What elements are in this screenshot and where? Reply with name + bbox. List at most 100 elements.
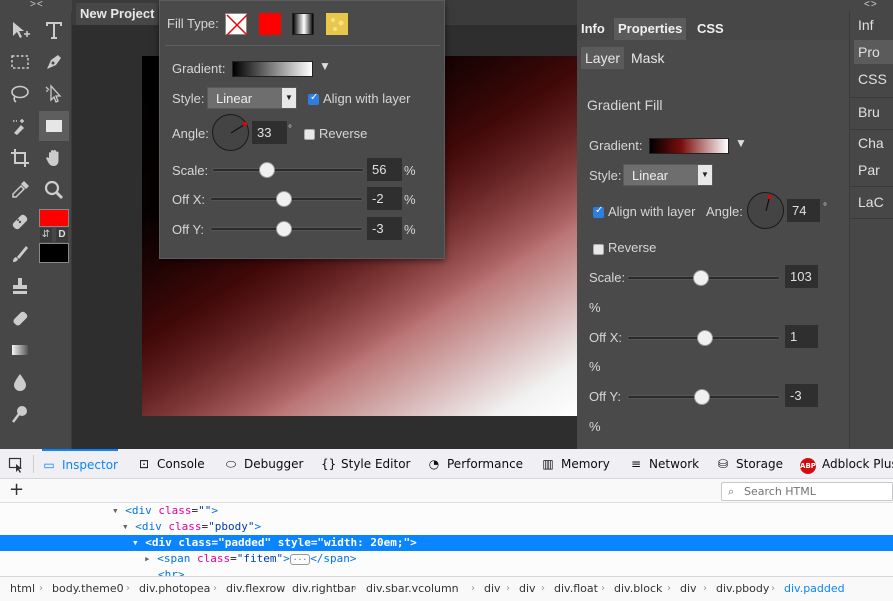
breadcrumb-item[interactable]: div: [680, 577, 697, 601]
fill-none-icon[interactable]: [225, 13, 248, 36]
tab-storage[interactable]: ⛁ Storage: [716, 449, 783, 479]
scale-slider-knob[interactable]: [259, 162, 275, 178]
shape-tool-icon[interactable]: [39, 111, 69, 141]
collapsed-panel-paragraph[interactable]: Par: [854, 158, 893, 182]
tab-inspector[interactable]: ▭ Inspector: [42, 449, 118, 479]
collapsed-panel-info[interactable]: Inf: [854, 13, 893, 37]
gradient-preview[interactable]: [232, 61, 313, 77]
background-color-swatch[interactable]: [39, 243, 69, 263]
default-colors-button[interactable]: D: [56, 228, 68, 242]
tab-properties[interactable]: Properties: [614, 18, 687, 40]
blur-tool-icon[interactable]: [5, 367, 35, 397]
tab-debugger[interactable]: ⬭ Debugger: [224, 449, 304, 479]
element-picker-icon[interactable]: [8, 449, 24, 479]
props-scale-slider-knob[interactable]: [693, 270, 709, 286]
breadcrumb-item[interactable]: div.photopea: [139, 577, 210, 601]
pen-tool-icon[interactable]: [39, 47, 69, 77]
props-angle-input[interactable]: 74: [787, 199, 820, 222]
zoom-tool-icon[interactable]: [39, 175, 69, 205]
off-y-slider[interactable]: [210, 221, 363, 237]
brush-tool-icon[interactable]: [5, 239, 35, 269]
hand-tool-icon[interactable]: [39, 143, 69, 173]
angle-input[interactable]: 33: [252, 121, 287, 144]
breadcrumb-item[interactable]: div.padded: [784, 577, 845, 601]
angle-dial[interactable]: [212, 114, 249, 151]
off-y-input[interactable]: -3: [367, 217, 402, 240]
scale-slider[interactable]: [212, 162, 364, 178]
align-with-layer-checkbox[interactable]: [308, 92, 319, 105]
off-x-slider-knob[interactable]: [276, 191, 292, 207]
tab-memory[interactable]: ▥ Memory: [541, 449, 609, 479]
props-off-y-input[interactable]: -3: [785, 384, 818, 407]
foreground-color-swatch[interactable]: [39, 209, 69, 227]
props-gradient-preview[interactable]: [649, 138, 729, 154]
breadcrumb-item[interactable]: html: [10, 577, 35, 601]
props-align-with-layer-checkbox[interactable]: [593, 205, 604, 218]
props-scale-input[interactable]: 103: [785, 265, 818, 288]
props-off-y-slider[interactable]: [627, 389, 780, 405]
collapsed-panel-css[interactable]: CSS: [854, 67, 893, 91]
props-gradient-dropdown-arrow-icon[interactable]: ▼: [735, 136, 747, 150]
reverse-checkbox[interactable]: [304, 129, 315, 140]
eyedropper-tool-icon[interactable]: [5, 175, 35, 205]
fill-gradient-icon[interactable]: [292, 13, 314, 35]
healing-tool-icon[interactable]: [5, 207, 35, 237]
dodge-tool-icon[interactable]: [5, 399, 35, 429]
breadcrumb-item[interactable]: div: [484, 577, 501, 601]
marquee-tool-icon[interactable]: [5, 47, 35, 77]
type-tool-icon[interactable]: [39, 15, 69, 45]
breadcrumb-item[interactable]: div.sbar.vcolumn: [366, 577, 459, 601]
collapsed-panel-brush[interactable]: Bru: [854, 100, 893, 124]
direct-select-tool-icon[interactable]: [39, 79, 69, 109]
tab-console[interactable]: ⊡ Console: [137, 449, 205, 479]
ellipsis-badge[interactable]: ···: [289, 554, 311, 565]
search-html-input[interactable]: ⌕ Search HTML: [721, 482, 893, 501]
fill-color-icon[interactable]: [259, 13, 281, 35]
off-x-input[interactable]: -2: [367, 187, 402, 210]
props-style-select[interactable]: Linear ▼: [623, 164, 713, 186]
props-angle-dial[interactable]: [747, 192, 784, 229]
off-x-slider[interactable]: [210, 191, 363, 207]
scale-input[interactable]: 56: [367, 158, 402, 181]
fill-pattern-icon[interactable]: [326, 13, 348, 35]
props-off-x-slider-knob[interactable]: [697, 330, 713, 346]
props-off-x-input[interactable]: 1: [785, 325, 818, 348]
breadcrumb-item[interactable]: body.theme0: [52, 577, 124, 601]
stamp-tool-icon[interactable]: [5, 271, 35, 301]
crop-tool-icon[interactable]: [5, 143, 35, 173]
off-y-slider-knob[interactable]: [276, 221, 292, 237]
markup-node[interactable]: ▾ <div class="pbody">: [0, 519, 893, 535]
tab-adblock-plus[interactable]: ABP Adblock Plus: [800, 449, 893, 479]
markup-node-selected[interactable]: ▾ <div class="padded" style="width: 20em…: [0, 535, 893, 551]
breadcrumb-item[interactable]: div.pbody: [716, 577, 769, 601]
props-scale-slider[interactable]: [627, 270, 780, 286]
breadcrumb-item[interactable]: div: [519, 577, 536, 601]
gradient-tool-icon[interactable]: [5, 335, 35, 365]
markup-node[interactable]: <hr>: [0, 567, 893, 576]
tab-css[interactable]: CSS: [693, 18, 728, 40]
breadcrumb-item[interactable]: div.block: [614, 577, 662, 601]
tab-performance[interactable]: ◔ Performance: [427, 449, 523, 479]
breadcrumb-item[interactable]: div.rightbar: [292, 577, 355, 601]
lasso-tool-icon[interactable]: [5, 79, 35, 109]
markup-node[interactable]: ▾ <div class="">: [0, 503, 893, 519]
props-off-y-slider-knob[interactable]: [694, 389, 710, 405]
add-node-button[interactable]: +: [9, 479, 24, 501]
collapsed-panel-lac[interactable]: LaC: [854, 190, 893, 214]
breadcrumb-item[interactable]: div.flexrow: [226, 577, 285, 601]
collapse-left-arrows[interactable]: ><: [30, 0, 44, 10]
markup-node[interactable]: ▸ <span class="fitem"> ··· </span>: [0, 551, 893, 567]
style-select[interactable]: Linear ▼: [207, 87, 297, 109]
gradient-dropdown-arrow-icon[interactable]: ▼: [319, 59, 331, 73]
collapse-right-arrows[interactable]: <>: [864, 0, 878, 10]
subtab-mask[interactable]: Mask: [627, 47, 668, 69]
props-off-x-slider[interactable]: [627, 330, 780, 346]
swap-colors-icon[interactable]: ⇵: [40, 228, 52, 242]
breadcrumb-item[interactable]: div.float: [554, 577, 598, 601]
document-tab-new-project[interactable]: New Project: [76, 3, 159, 25]
collapsed-panel-properties[interactable]: Pro: [854, 40, 893, 64]
eraser-tool-icon[interactable]: [5, 303, 35, 333]
subtab-layer[interactable]: Layer: [581, 47, 625, 69]
props-reverse-checkbox[interactable]: [593, 244, 604, 255]
tab-style-editor[interactable]: {} Style Editor: [321, 449, 410, 479]
